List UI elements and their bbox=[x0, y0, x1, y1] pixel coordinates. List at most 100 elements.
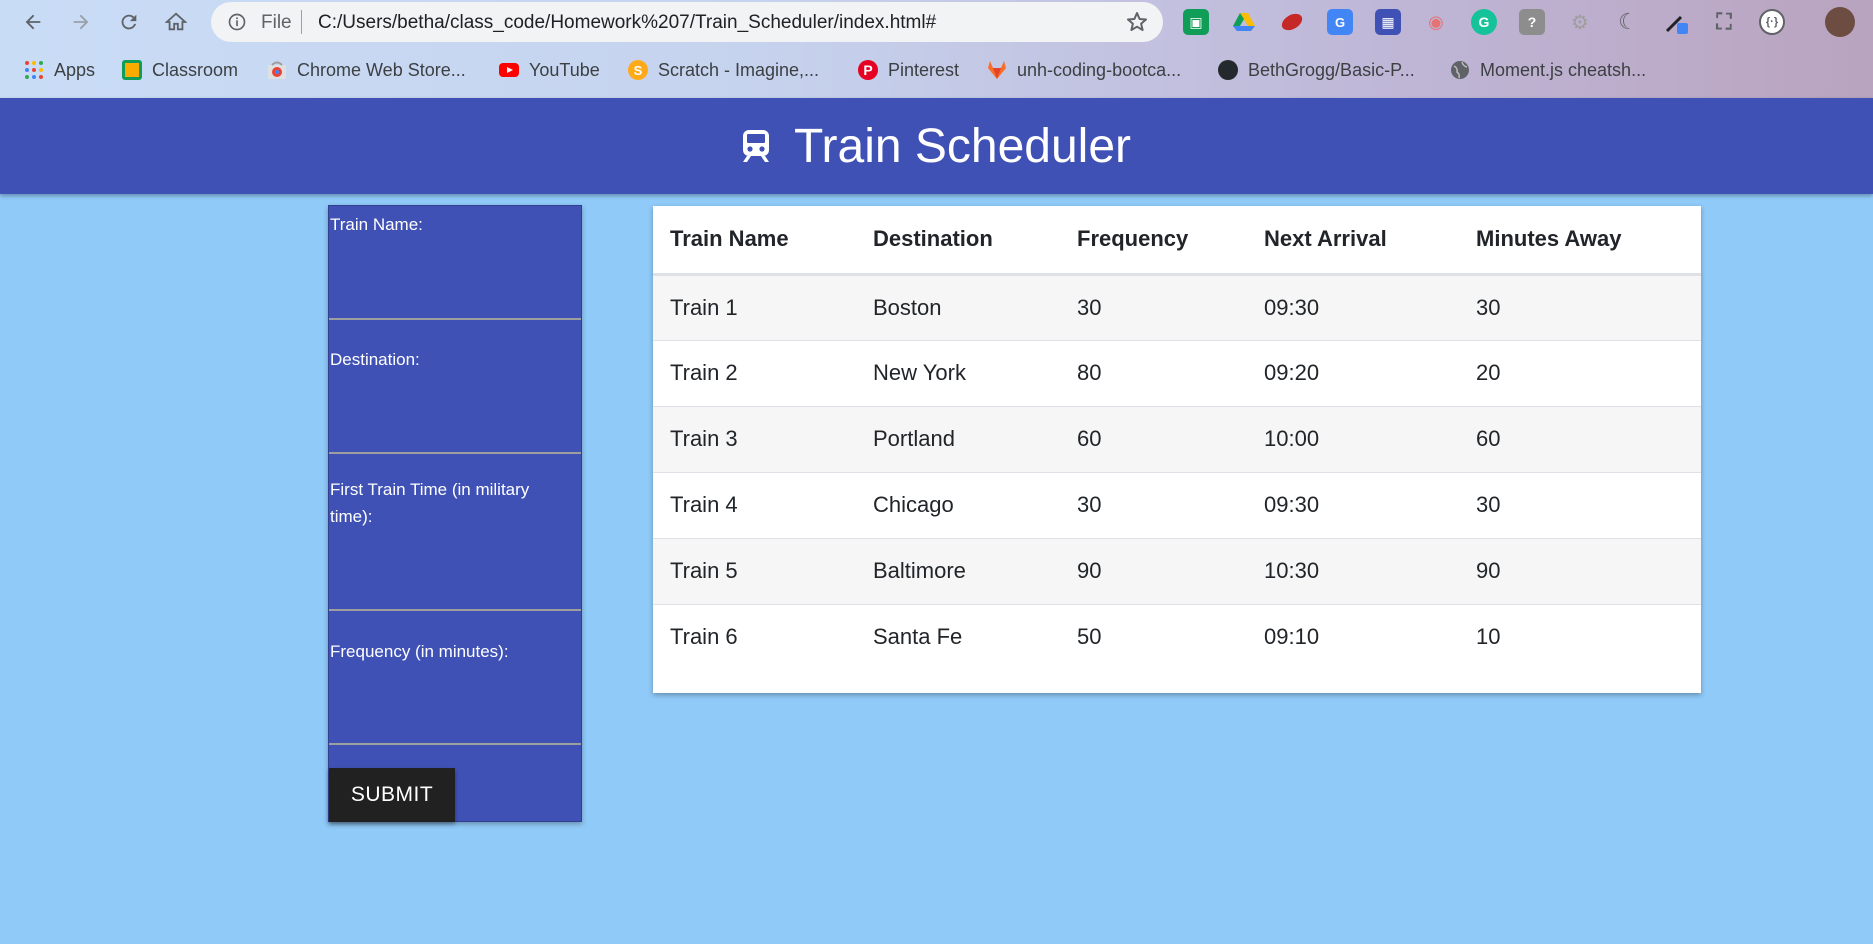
next-arrival-cell: 09:30 bbox=[1264, 294, 1320, 320]
bookmark-unh-coding-bootcamp[interactable]: unh-coding-bootca... bbox=[987, 58, 1181, 82]
frequency-cell: 30 bbox=[1060, 471, 1247, 538]
bookmark-github[interactable]: BethGrogg/Basic-P... bbox=[1218, 58, 1415, 82]
minutes-away-cell: 30 bbox=[1476, 294, 1501, 320]
dark-mode-moon-icon[interactable]: ☾ bbox=[1615, 9, 1641, 35]
train-name-cell: Train 3 bbox=[653, 405, 856, 472]
bookmark-star-icon[interactable] bbox=[1125, 10, 1149, 34]
destination-cell: New York bbox=[856, 339, 1060, 406]
next-arrival-cell: 09:20 bbox=[1247, 339, 1459, 406]
home-button[interactable] bbox=[162, 8, 190, 36]
forward-button[interactable] bbox=[67, 8, 95, 36]
table-header-row: Train Name Destination Frequency Next Ar… bbox=[653, 206, 1701, 276]
apps-grid-icon bbox=[25, 61, 43, 79]
screenshot-extension-icon[interactable]: ⛶ bbox=[1711, 9, 1737, 35]
page-header: Train Scheduler bbox=[0, 98, 1873, 194]
back-button[interactable] bbox=[19, 8, 47, 36]
destination-cell: Baltimore bbox=[856, 537, 1060, 604]
column-header-destination: Destination bbox=[856, 206, 1060, 276]
frequency-input[interactable] bbox=[329, 743, 581, 745]
minutes-away-cell: 10 bbox=[1459, 603, 1701, 670]
bookmark-scratch[interactable]: S Scratch - Imagine,... bbox=[628, 58, 819, 82]
url-scheme-label: File bbox=[261, 12, 292, 33]
table-row: Train 4 Chicago 30 09:30 30 bbox=[653, 471, 1701, 538]
train-name-cell: Train 1 bbox=[670, 294, 738, 320]
destination-input[interactable] bbox=[329, 452, 581, 454]
info-icon[interactable] bbox=[227, 12, 247, 32]
train-name-label: Train Name: bbox=[330, 215, 423, 234]
eyedropper-extension-icon[interactable] bbox=[1663, 9, 1689, 35]
train-name-cell: Train 4 bbox=[653, 471, 856, 538]
table-row: Train 3 Portland 60 10:00 60 bbox=[653, 405, 1701, 472]
gear-extension-icon[interactable]: ⚙ bbox=[1567, 9, 1593, 35]
leaf-extension-icon[interactable] bbox=[1279, 9, 1305, 35]
destination-cell: Santa Fe bbox=[856, 603, 1060, 670]
bookmark-pinterest[interactable]: P Pinterest bbox=[858, 58, 959, 82]
url-text[interactable]: C:/Users/betha/class_code/Homework%207/T… bbox=[318, 12, 936, 34]
bookmark-classroom[interactable]: Classroom bbox=[122, 58, 238, 82]
destination-cell: Chicago bbox=[856, 471, 1060, 538]
profile-avatar[interactable] bbox=[1825, 7, 1855, 37]
next-arrival-cell: 09:10 bbox=[1247, 603, 1459, 670]
table-row: Train 5 Baltimore 90 10:30 90 bbox=[653, 537, 1701, 604]
bookmark-chrome-web-store[interactable]: Chrome Web Store... bbox=[267, 58, 466, 82]
google-drive-extension-icon[interactable] bbox=[1231, 9, 1257, 35]
minutes-away-cell: 20 bbox=[1459, 339, 1701, 406]
screen-recorder-extension-icon[interactable]: ◉ bbox=[1423, 9, 1449, 35]
train-icon bbox=[742, 130, 769, 162]
reload-icon bbox=[121, 14, 137, 30]
browser-toolbar: File C:/Users/betha/class_code/Homework%… bbox=[0, 0, 1873, 44]
frequency-cell: 60 bbox=[1060, 405, 1247, 472]
train-schedule-rows: Train 1 Boston 30 09:30 30 Train 2 New Y… bbox=[653, 274, 1701, 670]
train-name-input[interactable] bbox=[329, 318, 581, 320]
globe-icon bbox=[1451, 61, 1469, 79]
train-name-cell: Train 6 bbox=[653, 603, 856, 670]
column-header-frequency: Frequency bbox=[1060, 206, 1247, 276]
youtube-icon bbox=[499, 63, 519, 77]
train-name-cell: Train 5 bbox=[653, 537, 856, 604]
google-classroom-extension-icon[interactable]: ▣ bbox=[1183, 9, 1209, 35]
train-schedule-table-card: Train Name Destination Frequency Next Ar… bbox=[653, 206, 1701, 693]
frequency-label: Frequency (in minutes): bbox=[330, 642, 509, 661]
calculator-extension-icon[interactable]: ▦ bbox=[1375, 9, 1401, 35]
json-viewer-extension-icon[interactable]: {·} bbox=[1759, 9, 1785, 35]
frequency-cell: 30 bbox=[1077, 294, 1102, 320]
github-icon bbox=[1218, 60, 1238, 80]
forward-arrow-icon bbox=[73, 14, 89, 30]
url-separator bbox=[301, 10, 302, 34]
minutes-away-cell: 90 bbox=[1459, 537, 1701, 604]
minutes-away-cell: 30 bbox=[1459, 471, 1701, 538]
destination-cell: Boston bbox=[873, 294, 942, 320]
reload-button[interactable] bbox=[115, 8, 143, 36]
frequency-cell: 50 bbox=[1060, 603, 1247, 670]
address-bar[interactable]: File C:/Users/betha/class_code/Homework%… bbox=[211, 2, 1163, 42]
minutes-away-cell: 60 bbox=[1459, 405, 1701, 472]
frequency-cell: 80 bbox=[1060, 339, 1247, 406]
page-title: Train Scheduler bbox=[793, 119, 1132, 173]
help-extension-icon[interactable]: ? bbox=[1519, 9, 1545, 35]
gitlab-icon bbox=[988, 61, 1006, 79]
first-train-time-label: First Train Time (in military time): bbox=[330, 480, 530, 526]
table-row: Train 1 Boston 30 09:30 30 bbox=[653, 274, 1701, 340]
back-arrow-icon bbox=[25, 14, 41, 30]
pinterest-icon: P bbox=[858, 60, 878, 80]
bookmark-apps[interactable]: Apps bbox=[24, 58, 95, 82]
frequency-cell: 90 bbox=[1060, 537, 1247, 604]
home-icon bbox=[165, 12, 187, 31]
train-name-cell: Train 2 bbox=[653, 339, 856, 406]
browser-chrome: File C:/Users/betha/class_code/Homework%… bbox=[0, 0, 1873, 98]
next-arrival-cell: 10:30 bbox=[1247, 537, 1459, 604]
next-arrival-cell: 09:30 bbox=[1247, 471, 1459, 538]
first-train-time-input[interactable] bbox=[329, 609, 581, 611]
grammarly-extension-icon[interactable]: G bbox=[1471, 9, 1497, 35]
scratch-icon: S bbox=[628, 60, 648, 80]
bookmarks-bar: Apps Classroom Chrome Web Store... YouTu… bbox=[0, 50, 1873, 90]
submit-button[interactable]: SUBMIT bbox=[329, 768, 455, 822]
bookmark-moment-js[interactable]: Moment.js cheatsh... bbox=[1450, 58, 1646, 82]
column-header-train-name: Train Name bbox=[653, 206, 856, 276]
classroom-icon bbox=[122, 60, 142, 80]
destination-cell: Portland bbox=[856, 405, 1060, 472]
next-arrival-cell: 10:00 bbox=[1247, 405, 1459, 472]
column-header-minutes-away: Minutes Away bbox=[1459, 206, 1701, 276]
bookmark-youtube[interactable]: YouTube bbox=[499, 58, 600, 82]
google-translate-extension-icon[interactable]: G bbox=[1327, 9, 1353, 35]
